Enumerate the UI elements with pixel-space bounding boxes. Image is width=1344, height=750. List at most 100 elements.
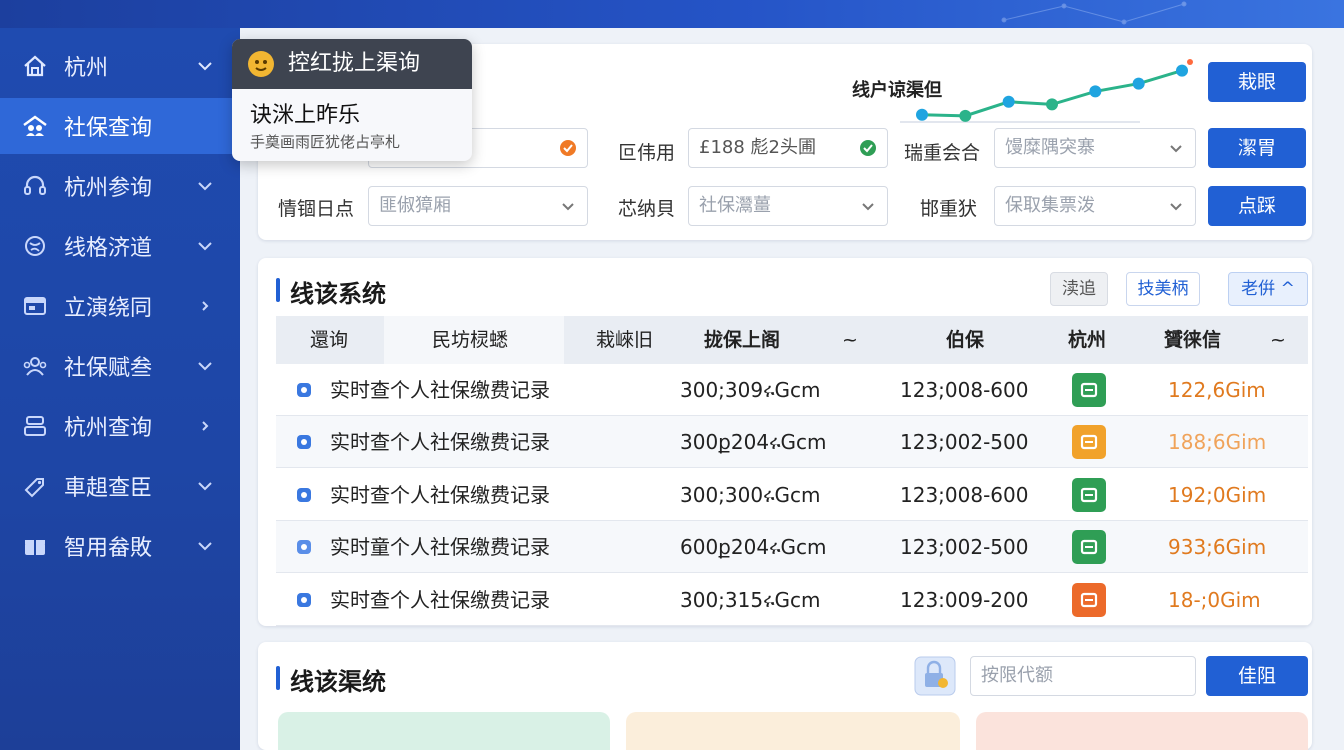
filter-select-4[interactable]: 匪俶獐厢 (368, 186, 588, 226)
filter-label-4: 情锢日点 (278, 198, 355, 220)
sidebar-item-hangzhou-query[interactable]: 杭州查询 (0, 398, 240, 454)
table-row[interactable]: 实时查个人社保缴费记录 300;300ሩGcm 123;008-600 192;0Gi… (276, 468, 1308, 521)
row-range: 123;008-600 (900, 378, 1029, 402)
chevron-down-icon (198, 362, 212, 371)
chevron-down-icon (562, 203, 574, 211)
row-amount: 122,6Gim (1168, 378, 1266, 402)
col-header-9[interactable]: ~ (1270, 316, 1286, 364)
row-name: 实时查个人社保缴费记录 (330, 482, 550, 507)
col-header-3[interactable]: 栽崍旧 (596, 316, 653, 364)
trend-point (1176, 64, 1188, 77)
filter-select-5[interactable]: 社保灊薑 (688, 186, 888, 226)
lock-icon[interactable] (914, 656, 956, 696)
row-code: 300ք204ሩGcm (680, 430, 827, 455)
channel-search-button[interactable]: 佳阻 (1206, 656, 1308, 696)
row-code: 300;309ሩGcm (680, 378, 821, 402)
status-badge[interactable] (1072, 425, 1106, 460)
status-badge[interactable] (1072, 530, 1106, 565)
table-row[interactable]: 实时查个人社保缴费记录 300;309ሩGcm 123;008-600 122,6Gi… (276, 364, 1308, 416)
shield-people-icon (23, 115, 47, 136)
chevron-down-icon (198, 182, 212, 191)
filter-button-2[interactable]: 潔胃 (1208, 128, 1306, 168)
status-badge[interactable] (1072, 582, 1106, 617)
badge-icon (1080, 540, 1098, 555)
filter-input-2[interactable]: £188 彪2头圃 (688, 128, 888, 168)
sidebar-item-label: 社保赋叁 (64, 356, 153, 381)
status-badge[interactable] (1072, 373, 1106, 407)
globe-icon (25, 236, 45, 256)
record-icon (297, 487, 311, 502)
col-header-1[interactable]: 還询 (310, 316, 348, 364)
trend-point (1046, 98, 1058, 111)
row-range: 123;002-500 (900, 535, 1029, 560)
sidebar-item-people[interactable]: 社保赋叁 (0, 338, 240, 394)
col-header-6[interactable]: 伯保 (946, 316, 984, 364)
sidebar-item-network[interactable]: 线格济道 (0, 218, 240, 274)
window-icon (24, 297, 46, 315)
filter-input-2-value: £188 彪2头圃 (699, 137, 816, 158)
row-amount: 192;0Gim (1168, 482, 1267, 507)
sidebar: 杭州 社保查询 杭州参询 线格济道 立演绕同 社保赋叁 杭州查询 車趄查臣 智用… (0, 28, 240, 750)
filter-label-5: 芯纳貝 (618, 198, 676, 220)
record-icon (297, 592, 311, 607)
sidebar-item-label: 社保查询 (64, 116, 153, 141)
tool-button-3[interactable]: 老倂 ^ (1228, 272, 1308, 306)
service-card[interactable] (976, 712, 1308, 750)
trend-point (1132, 77, 1145, 90)
filter-button-3[interactable]: 点踩 (1208, 186, 1306, 226)
row-name: 实时查个人社保缴费记录 (330, 378, 550, 402)
filter-select-3-placeholder: 馒糜隅突寨 (1005, 137, 1095, 158)
chevron-down-icon (862, 203, 874, 211)
channel-search-placeholder: 按限代额 (981, 665, 1053, 686)
check-circle-icon (860, 140, 876, 156)
network-decoration-icon (1001, 1, 1187, 25)
col-header-7[interactable]: 杭州 (1068, 316, 1106, 364)
sidebar-item-hangzhou[interactable]: 杭州 (0, 38, 240, 94)
sidebar-item-vehicle-query[interactable]: 車趄查臣 (0, 458, 240, 514)
row-amount: 18-;0Gim (1168, 587, 1261, 612)
sidebar-item-social-security-query[interactable]: 社保查询 (0, 98, 240, 154)
tooltip-header: 控红拢上渠询 (232, 39, 472, 89)
badge-icon (1080, 487, 1098, 502)
sidebar-item-label: 线格济道 (64, 236, 153, 261)
sidebar-item-label: 杭州 (64, 56, 109, 81)
table-row[interactable]: 实时查个人社保缴费记录 300;315ሩGcm 123:009-200 18-;0Gi… (276, 573, 1308, 626)
col-header-8[interactable]: 贇徕信 (1164, 316, 1221, 364)
filter-button-1[interactable]: 栽眼 (1208, 62, 1306, 102)
sidebar-item-label: 車趄查臣 (64, 476, 153, 501)
tool-button-2[interactable]: 技美柄 (1126, 272, 1200, 306)
chevron-down-icon (1170, 145, 1182, 153)
chevron-down-icon (198, 542, 212, 551)
emoji-face-icon (248, 51, 274, 77)
sidebar-item-window[interactable]: 立演绕同 (0, 278, 240, 334)
filter-select-4-placeholder: 匪俶獐厢 (379, 195, 451, 216)
row-name: 实时查个人社保缴费记录 (330, 587, 550, 612)
row-name: 实时查个人社保缴费记录 (330, 430, 550, 455)
table-header: 還询 民坊棂蟋 栽崍旧 拢保上阁 ~ 伯保 杭州 贇徕信 ~ (276, 316, 1308, 364)
filter-select-6[interactable]: 保取集票泼 (994, 186, 1196, 226)
tooltip-line-1: 诀洣上昨乐 (250, 103, 361, 128)
row-amount: 933;6Gim (1168, 535, 1267, 560)
table-row[interactable]: 实时童个人社保缴费记录 600ք204ሩGcm 123;002-500 933;6Gi… (276, 521, 1308, 574)
row-name: 实时童个人社保缴费记录 (330, 535, 550, 560)
tool-button-1[interactable]: 渎追 (1050, 272, 1108, 306)
service-card[interactable] (626, 712, 960, 750)
sidebar-item-hangzhou-consult[interactable]: 杭州参询 (0, 158, 240, 214)
sidebar-item-smart-service[interactable]: 智用畚敗 (0, 518, 240, 574)
col-header-5[interactable]: ~ (842, 316, 858, 364)
chevron-down-icon (198, 62, 212, 71)
chevron-down-icon (1170, 203, 1182, 211)
col-header-2[interactable]: 民坊棂蟋 (384, 316, 564, 364)
row-code: 300;300ሩGcm (680, 482, 821, 507)
row-amount: 188;6Gim (1168, 430, 1267, 455)
row-code: 600ք204ሩGcm (680, 535, 827, 560)
service-card[interactable] (278, 712, 610, 750)
trend-point (959, 109, 972, 122)
gift-icon (25, 540, 45, 555)
status-badge[interactable] (1072, 477, 1106, 512)
channel-search-input[interactable]: 按限代额 (970, 656, 1196, 696)
col-header-4[interactable]: 拢保上阁 (704, 316, 780, 364)
sidebar-item-label: 智用畚敗 (64, 536, 153, 561)
trend-marker (1187, 59, 1193, 65)
table-row[interactable]: 实时查个人社保缴费记录 300ք204ሩGcm 123;002-500 188;6Gi… (276, 416, 1308, 469)
